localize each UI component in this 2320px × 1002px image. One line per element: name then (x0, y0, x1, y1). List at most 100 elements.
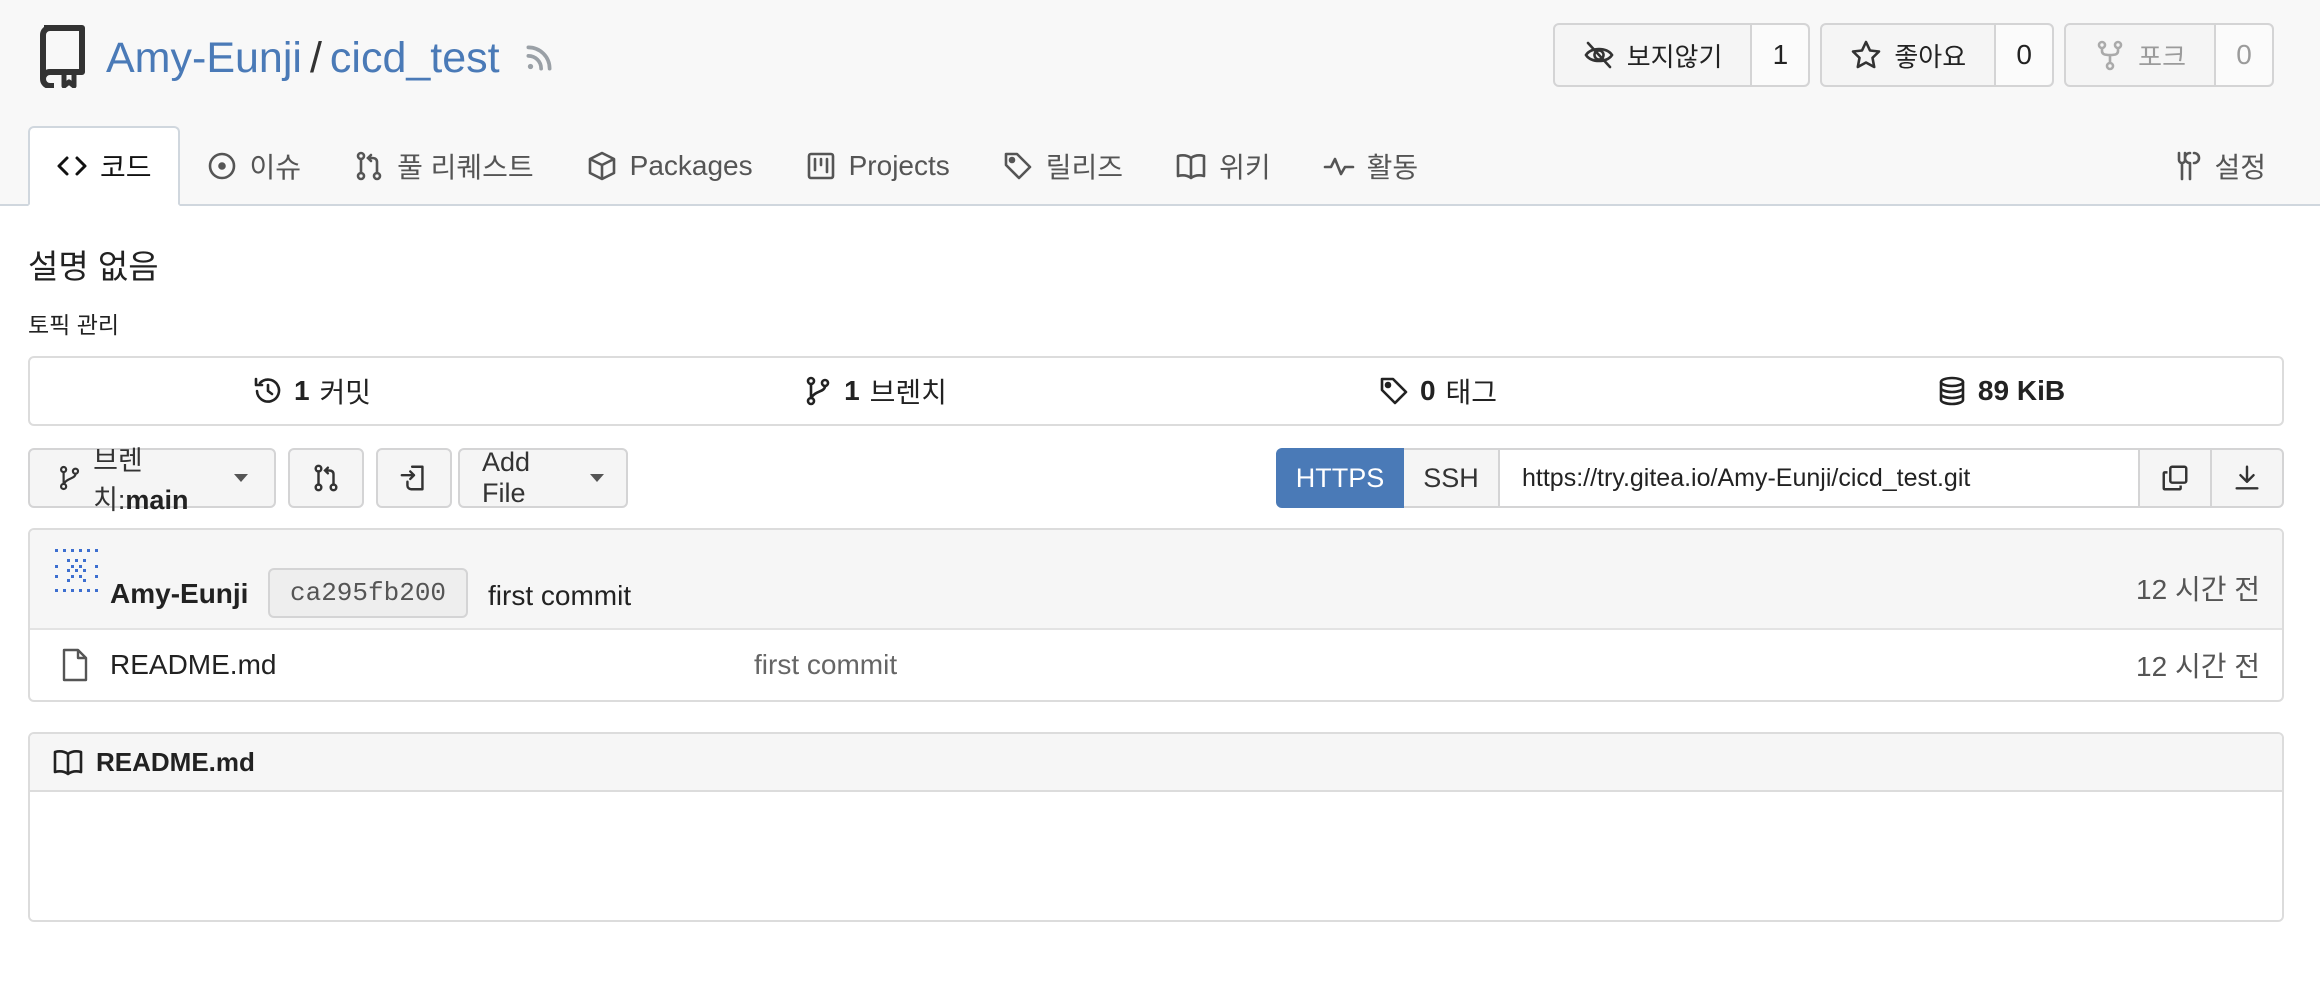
copy-url-button[interactable] (2140, 448, 2212, 508)
fork-button[interactable]: 포크 0 (2064, 23, 2274, 87)
file-row: README.md first commit 12 시간 전 (30, 630, 2282, 700)
repo-action-buttons: 보지않기 1 좋아요 0 포크 0 (1552, 23, 2274, 87)
commit-author[interactable]: Amy-Eunji (110, 578, 248, 610)
clone-panel: HTTPS SSH (1276, 448, 2284, 508)
watch-button[interactable]: 보지않기 1 (1552, 23, 1811, 87)
repo-pull-icon (400, 465, 424, 491)
file-name-link[interactable]: README.md (110, 649, 276, 681)
book-icon (53, 750, 83, 776)
migrate-button[interactable] (376, 448, 452, 508)
repo-toolbar: 브렌치:main Add File HTTPS SSH (28, 446, 2284, 515)
add-file-label: Add File (482, 447, 531, 508)
file-commit-time: 12 시간 전 (2136, 651, 2260, 682)
manage-topics-link[interactable]: 토픽 관리 (28, 306, 2284, 340)
tab-releases[interactable]: 릴리즈 (976, 126, 1149, 206)
issue-icon (208, 152, 235, 180)
rss-icon[interactable] (522, 41, 556, 75)
repo-content: 설명 없음 토픽 관리 1 커밋 1 브렌치 0 태그 89 KiB 브렌치:m… (28, 206, 2284, 922)
database-icon (1939, 376, 1965, 406)
stat-branches-value: 1 (844, 375, 860, 406)
eye-closed-icon (1584, 41, 1614, 69)
chevron-down-icon (234, 474, 248, 482)
add-file-dropdown[interactable]: Add File (458, 447, 628, 508)
tab-wiki-label: 위키 (1219, 152, 1271, 183)
fork-toggle[interactable]: 포크 (2066, 25, 2216, 85)
tab-pull-requests[interactable]: 풀 리퀘스트 (327, 126, 560, 206)
tab-code-label: 코드 (100, 152, 152, 183)
branch-dropdown[interactable]: 브렌치:main (28, 446, 276, 515)
watch-label: 보지않기 (1626, 41, 1723, 72)
pulse-icon (1323, 157, 1354, 176)
tab-projects-label: Projects (848, 150, 950, 181)
branch-icon (806, 376, 830, 406)
tab-activity[interactable]: 활동 (1297, 126, 1445, 206)
tag-icon (1004, 152, 1032, 180)
history-icon (254, 377, 281, 403)
star-button[interactable]: 좋아요 0 (1820, 23, 2055, 87)
commit-sha-button[interactable]: ca295fb200 (268, 568, 469, 618)
repo-title-separator: / (309, 34, 322, 82)
branch-name: main (125, 485, 189, 515)
tab-packages-label: Packages (629, 150, 753, 181)
repo-description: 설명 없음 (28, 248, 159, 285)
copy-icon (2162, 465, 2188, 491)
project-icon (807, 152, 834, 180)
tab-issues-label: 이슈 (249, 152, 302, 183)
branch-icon (59, 465, 80, 491)
commit-message[interactable]: first commit (488, 580, 631, 612)
tab-packages[interactable]: Packages (560, 126, 779, 206)
star-label: 좋아요 (1894, 41, 1967, 72)
commit-time: 12 시간 전 (2136, 574, 2260, 605)
star-count[interactable]: 0 (1996, 25, 2053, 85)
avatar[interactable] (54, 548, 100, 594)
fork-icon (2097, 40, 2123, 71)
readme-body (30, 792, 2282, 920)
download-icon (2235, 465, 2259, 490)
stat-branches[interactable]: 1 브렌치 (593, 358, 1156, 424)
stat-commits[interactable]: 1 커밋 (30, 358, 593, 424)
tab-wiki[interactable]: 위키 (1149, 126, 1297, 206)
pull-request-icon (314, 464, 338, 492)
repo-tabs: 코드 이슈 풀 리퀘스트 Packages Projects 릴리즈 위키 활동… (28, 126, 2292, 206)
stat-branches-label: 브렌치 (869, 377, 947, 408)
tab-settings-label: 설정 (2214, 152, 2266, 183)
file-icon (62, 648, 88, 682)
star-icon (1852, 40, 1881, 69)
stat-tags-value: 0 (1419, 375, 1436, 406)
stat-tags-label: 태그 (1445, 377, 1498, 408)
readme-panel: README.md (28, 732, 2284, 922)
tab-projects[interactable]: Projects (779, 126, 976, 206)
watch-toggle[interactable]: 보지않기 (1555, 25, 1753, 85)
https-toggle[interactable]: HTTPS (1276, 448, 1404, 508)
stat-tags[interactable]: 0 태그 (1156, 358, 1719, 424)
fork-count[interactable]: 0 (2216, 25, 2272, 85)
download-button[interactable] (2212, 448, 2284, 508)
repo-name-link[interactable]: cicd_test (330, 28, 500, 88)
file-list: Amy-Eunji ca295fb200 first commit 12 시간 … (28, 528, 2284, 702)
star-toggle[interactable]: 좋아요 (1822, 25, 1997, 85)
readme-header: README.md (30, 734, 2282, 792)
package-icon (588, 151, 615, 181)
watch-count[interactable]: 1 (1752, 25, 1809, 85)
repo-stats-bar: 1 커밋 1 브렌치 0 태그 89 KiB (28, 356, 2284, 426)
stat-commits-value: 1 (293, 375, 310, 406)
chevron-down-icon (590, 474, 604, 482)
tab-settings[interactable]: 설정 (2144, 126, 2292, 206)
readme-title: README.md (96, 746, 255, 777)
tab-code[interactable]: 코드 (28, 126, 180, 206)
tab-issues[interactable]: 이슈 (180, 126, 328, 206)
code-icon (57, 156, 87, 176)
tag-icon (1380, 377, 1408, 405)
pull-request-icon (356, 151, 382, 181)
tab-pull-requests-label: 풀 리퀘스트 (397, 152, 534, 183)
tab-activity-label: 활동 (1366, 152, 1419, 183)
compare-button[interactable] (288, 448, 364, 508)
tab-releases-label: 릴리즈 (1045, 152, 1124, 183)
clone-url-input[interactable] (1500, 448, 2140, 508)
repo-icon (40, 25, 85, 88)
repo-owner-link[interactable]: Amy-Eunji (106, 28, 302, 88)
file-commit-message[interactable]: first commit (754, 649, 897, 681)
latest-commit-row: Amy-Eunji ca295fb200 first commit 12 시간 … (30, 530, 2282, 630)
ssh-toggle[interactable]: SSH (1404, 448, 1500, 508)
book-icon (1176, 154, 1206, 180)
